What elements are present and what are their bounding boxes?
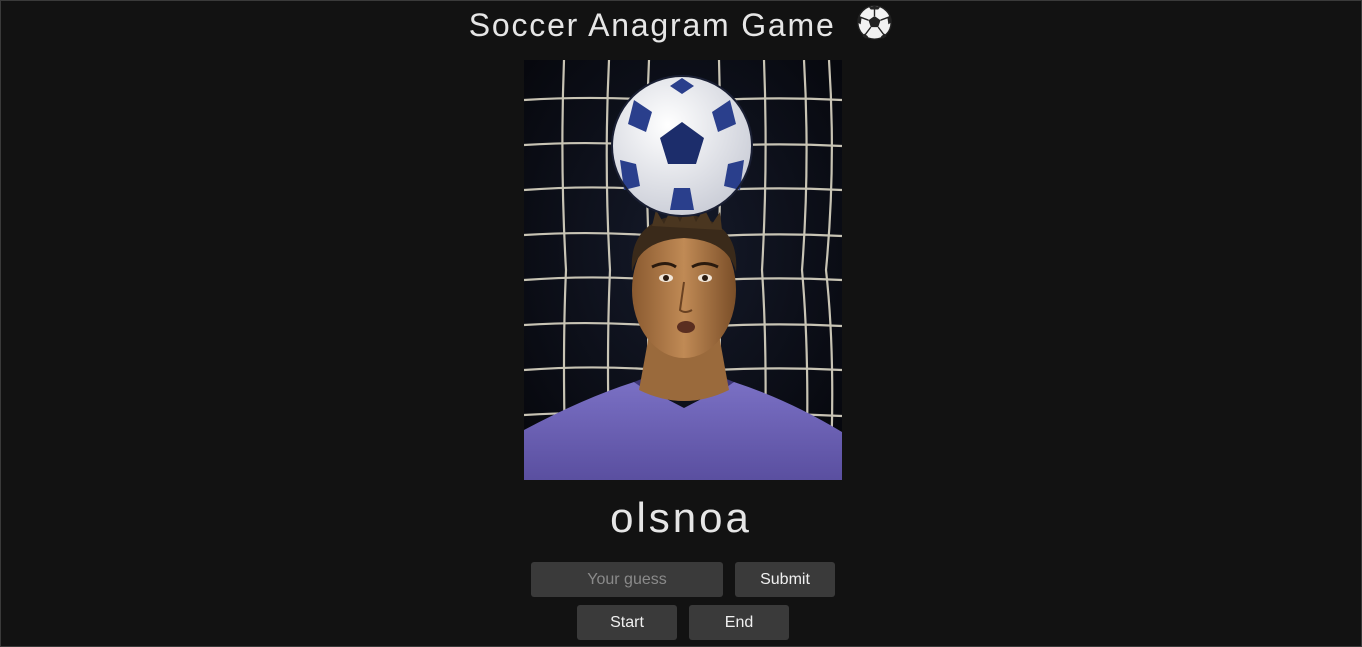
end-button[interactable]: End — [689, 605, 789, 640]
soccer-ball-photo — [611, 75, 753, 217]
page-title: Soccer Anagram Game — [0, 4, 1362, 46]
guess-input[interactable] — [531, 562, 723, 597]
player-photo — [524, 60, 842, 480]
start-button[interactable]: Start — [577, 605, 677, 640]
scrambled-word: olsnoa — [610, 494, 752, 541]
title-text: Soccer Anagram Game — [468, 7, 836, 43]
soccer-ball-icon — [857, 5, 893, 40]
submit-button[interactable]: Submit — [735, 562, 835, 597]
